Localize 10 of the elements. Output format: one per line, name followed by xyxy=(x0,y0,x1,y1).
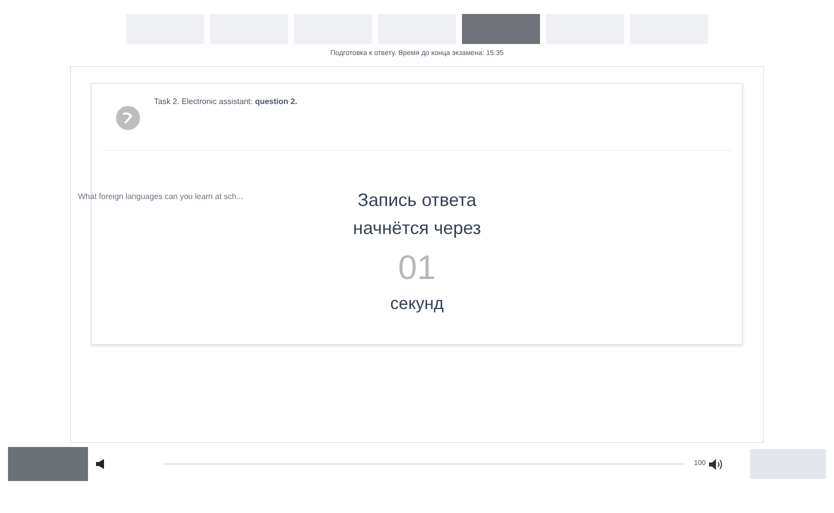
speaker-icon xyxy=(96,459,104,469)
task-title: Task 2. Electronic assistant: question 2. xyxy=(154,96,298,108)
countdown-text: Запись ответа xyxy=(358,188,476,212)
countdown-unit: секунд xyxy=(390,292,444,314)
speaker-icon xyxy=(708,458,723,470)
step-tab[interactable] xyxy=(462,14,540,44)
instruction-button[interactable] xyxy=(8,447,88,481)
question-text: What foreign languages can you learn at sch... xyxy=(78,190,243,202)
countdown-number: 01 xyxy=(398,248,436,288)
countdown-text: начнётся через xyxy=(353,216,481,240)
